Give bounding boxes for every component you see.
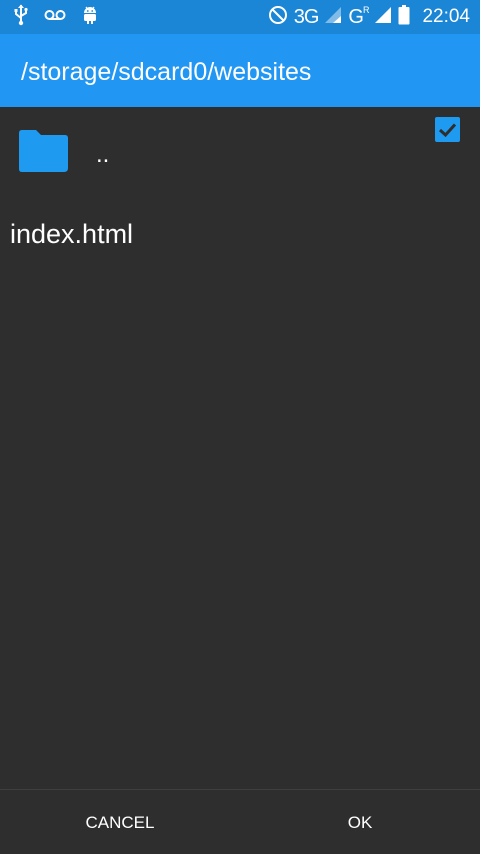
status-bar: 3G GR 22:04 [0, 0, 480, 34]
file-select-checkbox[interactable] [435, 117, 460, 142]
cancel-button[interactable]: CANCEL [0, 790, 240, 854]
parent-directory-label: .. [96, 141, 110, 168]
file-picker-screen: 3G GR 22:04 /storage/sdcard0/websites ..… [0, 0, 480, 854]
network-type-g: GR [348, 5, 369, 28]
file-list: .. index.html [0, 107, 480, 279]
file-name-label: index.html [10, 219, 134, 249]
signal-roaming-icon [374, 6, 392, 29]
dialog-button-bar: CANCEL OK [0, 789, 480, 854]
ok-button[interactable]: OK [240, 790, 480, 854]
do-not-disturb-icon [268, 5, 288, 30]
usb-icon [14, 4, 28, 31]
status-left-icons [14, 4, 98, 31]
signal-3g-icon [324, 6, 342, 29]
folder-icon [16, 129, 70, 173]
parent-directory-row[interactable]: .. [0, 107, 480, 195]
app-bar: /storage/sdcard0/websites [0, 34, 480, 107]
status-right-icons: 3G GR 22:04 [268, 4, 470, 30]
android-debug-icon [82, 5, 98, 30]
roaming-indicator: R [362, 5, 369, 15]
list-item[interactable]: index.html [0, 195, 480, 279]
battery-icon [398, 4, 410, 30]
current-path-title: /storage/sdcard0/websites [21, 58, 312, 86]
voicemail-icon [44, 8, 66, 26]
network-type-3g: 3G [293, 5, 320, 28]
clock: 22:04 [422, 6, 470, 27]
